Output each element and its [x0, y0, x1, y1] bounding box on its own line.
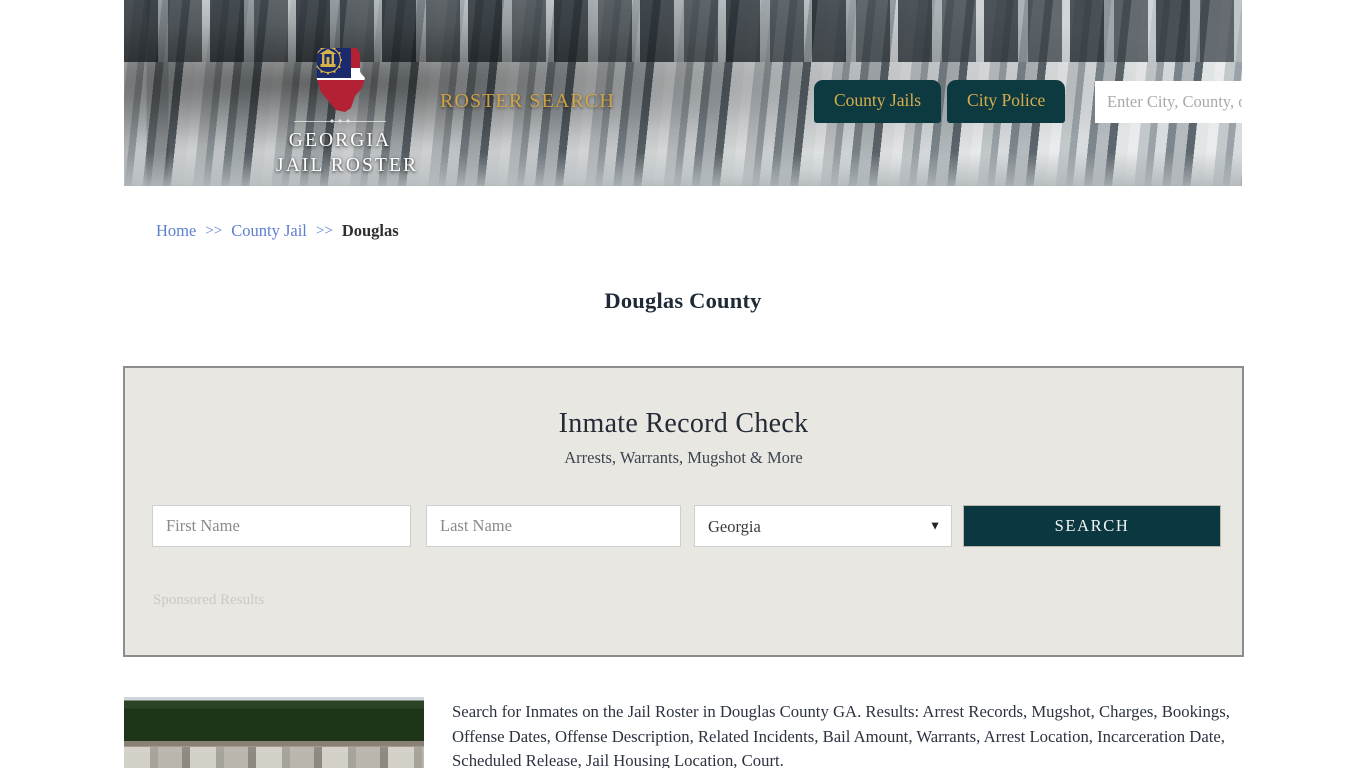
- inmate-search-form: Georgia ▼ SEARCH: [152, 505, 1221, 547]
- logo-title-line2: JAIL ROSTER: [276, 155, 419, 176]
- breadcrumb-county-jail[interactable]: County Jail: [231, 221, 307, 241]
- logo-title-line1: GEORGIA: [288, 130, 392, 151]
- state-select-wrapper: Georgia ▼: [694, 505, 952, 547]
- site-logo[interactable]: GEORGIA JAIL ROSTER: [276, 44, 419, 178]
- breadcrumb: Home >> County Jail >> Douglas: [156, 221, 399, 241]
- breadcrumb-separator: >>: [315, 222, 333, 239]
- site-header: GEORGIA JAIL ROSTER ROSTER SEARCH County…: [124, 0, 1242, 186]
- page-root: GEORGIA JAIL ROSTER ROSTER SEARCH County…: [0, 0, 1366, 768]
- content-section: Search for Inmates on the Jail Roster in…: [124, 697, 1242, 768]
- nav-city-police[interactable]: City Police: [947, 80, 1066, 123]
- inmate-search-button[interactable]: SEARCH: [963, 505, 1221, 547]
- header-nav: County Jails City Police: [814, 80, 1066, 123]
- page-title: Douglas County: [604, 288, 762, 314]
- first-name-input[interactable]: [152, 505, 411, 547]
- panel-title: Inmate Record Check: [558, 408, 809, 439]
- nav-county-jails[interactable]: County Jails: [814, 80, 942, 123]
- inmate-record-check-panel: Inmate Record Check Arrests, Warrants, M…: [123, 366, 1244, 657]
- breadcrumb-home[interactable]: Home: [156, 221, 196, 241]
- logo-divider: [294, 121, 386, 122]
- sponsored-results-label: Sponsored Results: [153, 592, 265, 608]
- state-select[interactable]: Georgia: [694, 505, 952, 547]
- breadcrumb-current: Douglas: [341, 221, 399, 240]
- header-search: [1095, 81, 1242, 123]
- last-name-input[interactable]: [426, 505, 681, 547]
- jail-thumbnail-image: [124, 697, 424, 768]
- content-paragraph: Search for Inmates on the Jail Roster in…: [452, 702, 1230, 768]
- breadcrumb-separator: >>: [205, 222, 223, 239]
- header-search-input[interactable]: [1095, 81, 1242, 123]
- header-tagline: ROSTER SEARCH: [440, 90, 615, 112]
- panel-subtitle: Arrests, Warrants, Mugshot & More: [564, 448, 803, 467]
- thumbnail-photo: [124, 697, 424, 768]
- georgia-state-flag-icon: [316, 48, 365, 112]
